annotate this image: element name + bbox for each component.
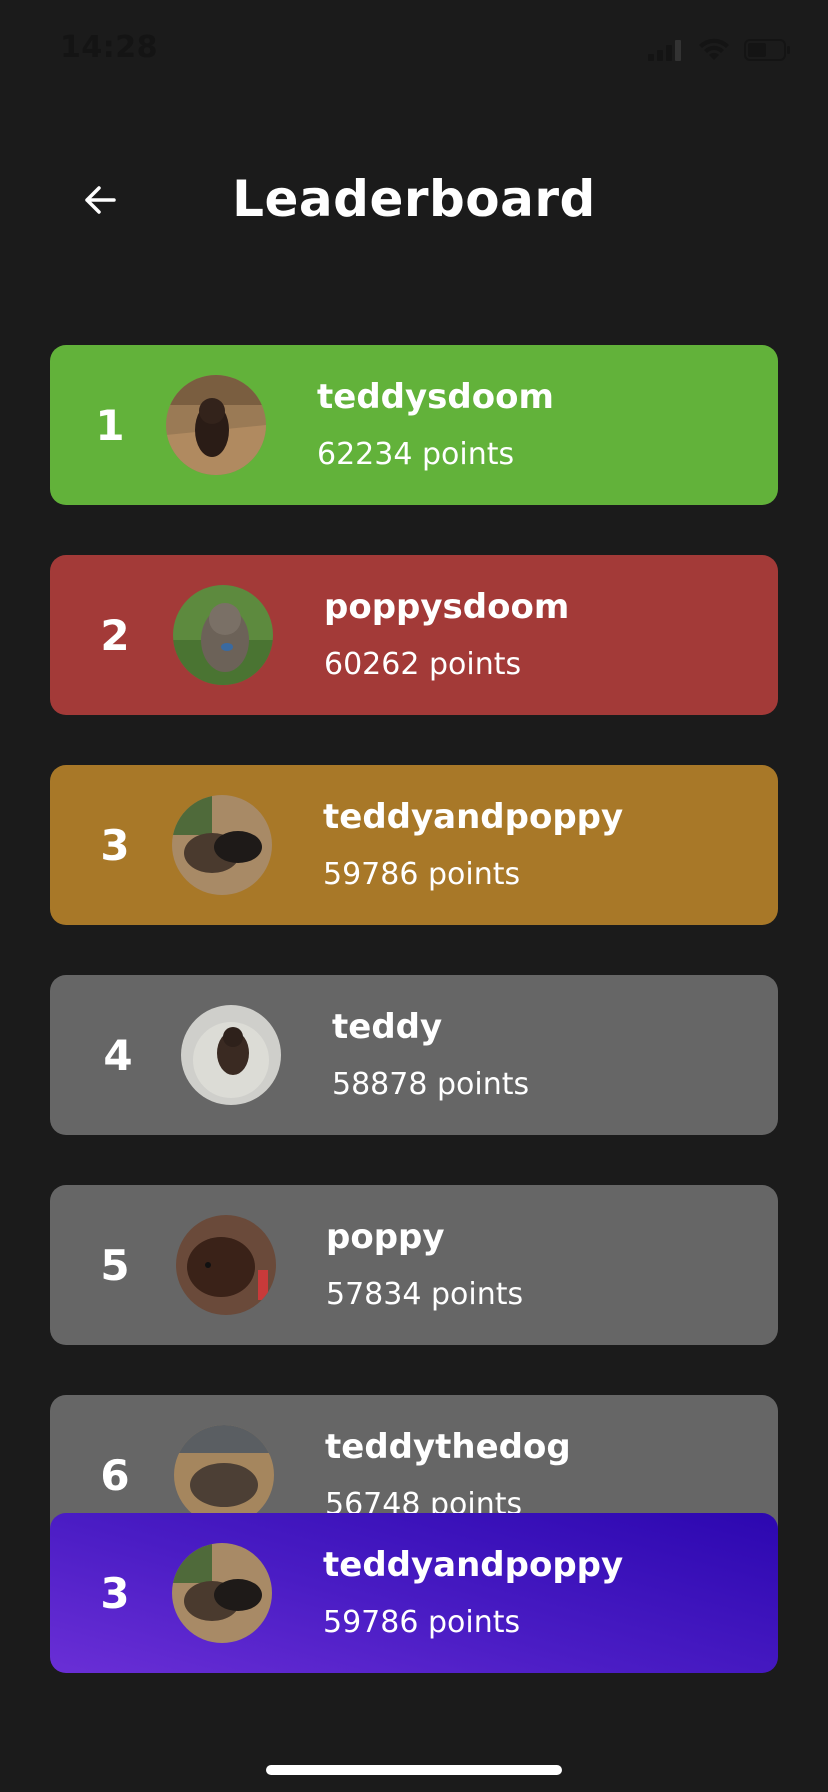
points: 60262 points — [324, 647, 522, 682]
leaderboard-row[interactable]: 1 teddysdoom 62234 points — [50, 345, 778, 505]
username: poppy — [326, 1217, 445, 1257]
username: teddythedog — [325, 1427, 571, 1467]
avatar — [172, 1543, 272, 1643]
username: teddyandpoppy — [323, 1545, 624, 1585]
leaderboard-row[interactable]: 3 teddyandpoppy 59786 points — [50, 765, 778, 925]
username: teddysdoom — [317, 377, 554, 417]
rank-number: 4 — [103, 1030, 133, 1080]
points: 59786 points — [323, 857, 521, 892]
points: 59786 points — [323, 1605, 521, 1640]
points: 58878 points — [332, 1067, 530, 1102]
home-indicator — [266, 1765, 562, 1775]
username: poppysdoom — [324, 587, 570, 627]
points: 62234 points — [317, 437, 515, 472]
rank-number: 3 — [100, 820, 130, 870]
status-icons — [648, 38, 792, 62]
leaderboard-row[interactable]: 5 poppy 57834 points — [50, 1185, 778, 1345]
wifi-icon — [699, 38, 729, 60]
avatar — [181, 1005, 281, 1105]
header: Leaderboard — [0, 150, 828, 250]
rank-number: 1 — [95, 400, 125, 450]
cellular-signal-icon — [648, 40, 681, 61]
leaderboard-row[interactable]: 2 poppysdoom 60262 points — [50, 555, 778, 715]
status-bar: 14:28 — [0, 0, 828, 100]
points: 57834 points — [326, 1277, 524, 1312]
avatar — [176, 1215, 276, 1315]
avatar — [173, 585, 273, 685]
status-time: 14:28 — [60, 30, 158, 65]
battery-icon — [744, 39, 790, 61]
page-title: Leaderboard — [232, 170, 596, 228]
rank-number: 5 — [100, 1240, 130, 1290]
rank-number: 2 — [100, 610, 130, 660]
avatar — [172, 795, 272, 895]
rank-number: 3 — [100, 1568, 130, 1618]
avatar — [174, 1425, 274, 1525]
username: teddyandpoppy — [323, 797, 624, 837]
leaderboard-row[interactable]: 4 teddy 58878 points — [50, 975, 778, 1135]
avatar — [166, 375, 266, 475]
current-user-card[interactable]: 3 teddyandpoppy 59786 points — [50, 1513, 778, 1673]
username: teddy — [332, 1007, 443, 1047]
